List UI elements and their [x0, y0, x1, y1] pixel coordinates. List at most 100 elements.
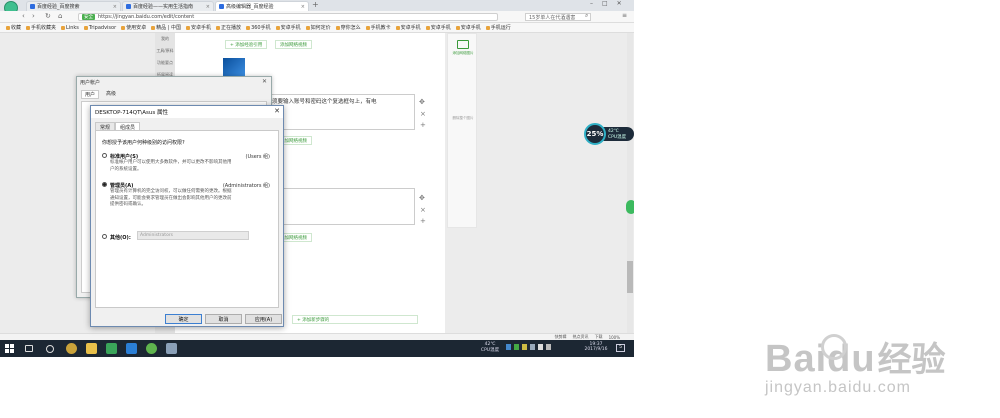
tab-baidu-search[interactable]: 百度经验_百度搜索 ×	[26, 1, 121, 11]
bookmarks-bar: 收藏 手机收藏夹 Links Tripadvisor 使用安卓 精品 | 中国 安卓手机 正在…	[0, 23, 634, 33]
delete-step-icon[interactable]: ×	[420, 206, 426, 214]
image-icon[interactable]	[457, 40, 469, 49]
close-icon[interactable]: ×	[113, 4, 117, 10]
notification-icon[interactable]: 5	[616, 344, 625, 352]
delete-image-hint: 删除整个图片	[452, 116, 474, 120]
menu-icon[interactable]: ≡	[622, 12, 627, 19]
bookmark-item[interactable]: 安卓手机	[395, 24, 421, 31]
bookmark-item[interactable]: 使用安卓	[121, 24, 146, 31]
folder-icon	[335, 25, 340, 30]
close-window-icon[interactable]: ✕	[617, 0, 622, 7]
bookmark-item[interactable]: 手机运行	[485, 24, 511, 31]
bookmark-item[interactable]: 精品 | 中国	[151, 24, 181, 31]
group-membership-panel: 你想授予该用户何种级别的访问权限? 标准用户(S) (Users 组) 标准帐户…	[95, 130, 279, 308]
dialog-title: DESKTOP-714QT\Asus 属性	[95, 110, 169, 116]
ok-button[interactable]: 确定	[165, 314, 202, 324]
bookmark-item[interactable]: 如何定价	[305, 24, 331, 31]
search-icon[interactable]: ⌕	[585, 12, 588, 20]
folder-icon	[26, 25, 31, 30]
forward-icon[interactable]: ›	[32, 12, 35, 20]
bookmark-item[interactable]: Links	[61, 25, 79, 31]
bookmark-item[interactable]: 手机收藏夹	[26, 24, 56, 31]
app-360-guard-icon[interactable]	[146, 343, 157, 354]
app-tool-icon[interactable]	[166, 343, 177, 354]
browser-tab-bar: 百度经验_百度搜索 × 百度经验——实用生活指南 × 高级编辑器_百度经验 × …	[0, 0, 634, 15]
bookmark-item[interactable]: 安卓手机	[425, 24, 451, 31]
step-image-thumbnail[interactable]	[223, 58, 245, 76]
file-explorer-icon[interactable]	[86, 343, 97, 354]
administrator-description: 管理员有计算机的完全访问权，可以做任何需要的更改。根据 通知设置，可能会要求管理…	[110, 189, 232, 207]
administrator-label[interactable]: 管理员(A)	[110, 182, 133, 189]
scrollbar[interactable]	[627, 33, 633, 333]
url-input[interactable]: 安全 https://jingyan.baidu.com/edit/conten…	[78, 13, 498, 21]
other-label[interactable]: 其他(O):	[110, 234, 131, 241]
minimize-icon[interactable]: –	[590, 0, 593, 7]
scrollbar-thumb[interactable]	[627, 261, 633, 293]
close-icon[interactable]: ✕	[274, 107, 280, 115]
bookmark-item[interactable]: 安卓手机	[455, 24, 481, 31]
standard-user-description: 标准帐户用户可以使用大多数软件，并可以更改不影响其他用 户的系统设置。	[110, 160, 232, 172]
bookmark-item[interactable]: Tripadvisor	[83, 25, 116, 31]
zoom-level[interactable]: 100%	[609, 335, 620, 340]
search-input[interactable]: 15岁单人在代酒遇害	[525, 13, 591, 21]
start-icon[interactable]	[5, 344, 14, 353]
task-view-icon[interactable]	[25, 345, 33, 352]
delete-step-icon[interactable]: ×	[420, 110, 426, 118]
refresh-icon[interactable]: ↻	[45, 12, 51, 20]
app-green-icon[interactable]	[106, 343, 117, 354]
bookmark-item[interactable]: 安卓手机	[186, 24, 211, 31]
browser-status-bar: 快剪辑 热点资讯 下载 100%	[0, 333, 634, 340]
add-step-icon[interactable]: +	[420, 121, 426, 129]
user-properties-dialog: DESKTOP-714QT\Asus 属性 ✕ 常规 组成员 你想授予该用户何种…	[90, 105, 284, 327]
baidu-jingyan-watermark: Baidu 经验 jingyan.baidu.com	[765, 332, 946, 397]
floating-share-icon[interactable]	[626, 200, 634, 214]
new-tab-button[interactable]: +	[312, 0, 319, 9]
cpu-usage-circle: 25%	[584, 123, 606, 145]
standard-user-radio[interactable]	[102, 153, 107, 158]
menu-item[interactable]: 我的	[155, 36, 175, 42]
right-image-panel: 添加网络图片 删除整个图片	[447, 33, 477, 228]
close-icon[interactable]: ✕	[262, 78, 267, 85]
tab-users[interactable]: 用户	[81, 90, 100, 99]
add-step-icon[interactable]: +	[420, 217, 426, 225]
tray-icons[interactable]	[506, 344, 551, 350]
tab-editor[interactable]: 高级编辑器_百度经验 ×	[215, 1, 309, 11]
add-last-step-button[interactable]: + 添加新步骤的	[292, 315, 418, 324]
folder-icon	[275, 25, 280, 30]
apply-button[interactable]: 应用(A)	[245, 314, 282, 324]
back-icon[interactable]: ‹	[22, 12, 25, 20]
browser-360-icon[interactable]	[66, 343, 77, 354]
bookmark-item[interactable]: 安卓手机	[275, 24, 301, 31]
folder-icon	[395, 25, 400, 30]
watermark-brand-cn: 经验	[877, 341, 946, 379]
add-video-button[interactable]: 添加网络视频	[275, 40, 312, 49]
standard-user-label[interactable]: 标准用户(S)	[110, 153, 138, 160]
bookmark-item[interactable]: 360手机	[246, 24, 271, 31]
other-radio[interactable]	[102, 234, 107, 239]
add-experience-button[interactable]: + 添加经验引用	[225, 40, 268, 49]
add-web-image-label[interactable]: 添加网络图片	[450, 51, 476, 56]
maximize-icon[interactable]: □	[602, 0, 608, 7]
folder-icon	[425, 25, 430, 30]
bookmark-item[interactable]: 穿你怎么	[335, 24, 361, 31]
move-step-icon[interactable]: ✥	[419, 194, 425, 202]
tab-baidu-jingyan[interactable]: 百度经验——实用生活指南 ×	[122, 1, 214, 11]
menu-item[interactable]: 功能要点	[155, 60, 175, 66]
secure-badge: 安全	[82, 14, 95, 20]
cortana-icon[interactable]	[46, 345, 54, 353]
taskbar-clock[interactable]: 19:37 2017/9/16	[580, 342, 612, 352]
bookmark-item[interactable]: 收藏	[6, 24, 21, 31]
close-icon[interactable]: ×	[301, 4, 305, 10]
menu-item[interactable]: 工具/原料	[155, 48, 175, 54]
close-icon[interactable]: ×	[206, 4, 210, 10]
bookmark-item[interactable]: 正在播放	[216, 24, 241, 31]
move-step-icon[interactable]: ✥	[419, 98, 425, 106]
administrator-radio[interactable]	[102, 182, 107, 187]
cpu-temp-widget[interactable]: 42℃ CPU温度 25%	[584, 123, 634, 145]
bookmark-item[interactable]: 手机教卡	[365, 24, 391, 31]
app-blue-icon[interactable]	[126, 343, 137, 354]
cancel-button[interactable]: 取消	[205, 314, 242, 324]
tab-advanced[interactable]: 高级	[103, 90, 119, 99]
folder-icon	[83, 25, 88, 30]
home-icon[interactable]: ⌂	[58, 12, 62, 20]
